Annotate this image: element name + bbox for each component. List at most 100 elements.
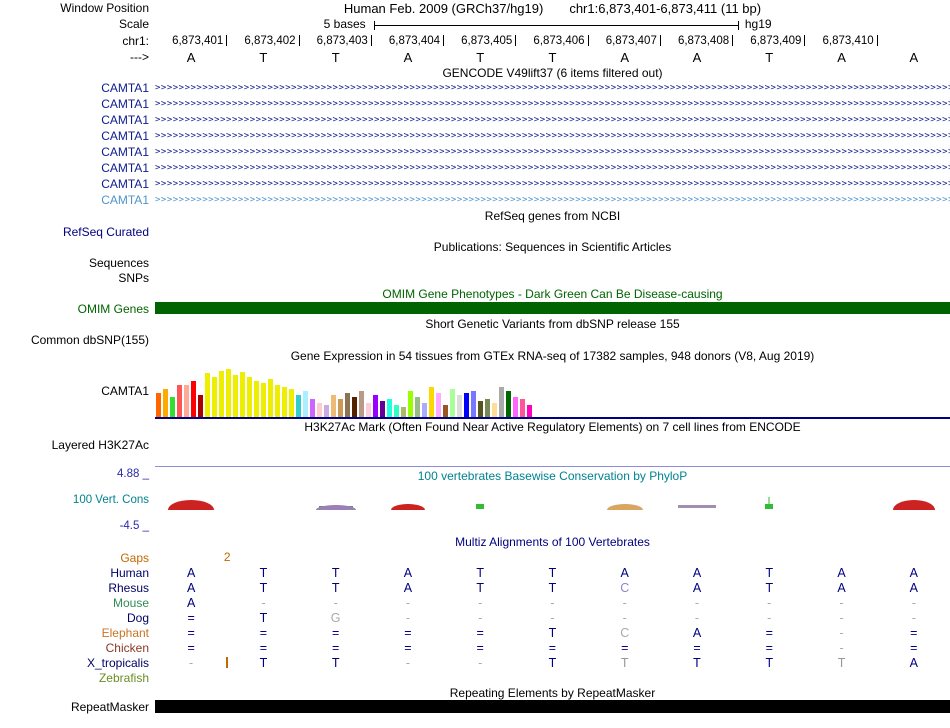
gtex-expression-bar[interactable] [373, 395, 378, 417]
repeatmasker-track-title[interactable]: Repeating Elements by RepeatMasker [155, 686, 950, 700]
gene-label[interactable]: CAMTA1 [0, 81, 155, 95]
sequences-track-label[interactable]: Sequences [0, 256, 155, 270]
publications-track-title[interactable]: Publications: Sequences in Scientific Ar… [155, 240, 950, 254]
gene-label[interactable]: CAMTA1 [0, 129, 155, 143]
ruler-label[interactable]: 6,873,409 [733, 35, 805, 47]
gtex-expression-bar[interactable] [394, 405, 399, 417]
gtex-expression-bar[interactable] [443, 405, 448, 417]
gtex-expression-bar[interactable] [436, 393, 441, 417]
sequences-track-area[interactable] [155, 255, 950, 270]
gtex-expression-bar[interactable] [366, 403, 371, 417]
gtex-expression-bar[interactable] [478, 401, 483, 417]
h3k27ac-track-area[interactable] [155, 435, 950, 454]
gtex-expression-bar[interactable] [331, 395, 336, 417]
gene-model[interactable]: >>>>>>>>>>>>>>>>>>>>>>>>>>>>>>>>>>>>>>>>… [155, 112, 950, 128]
gtex-expression-bar[interactable] [184, 385, 189, 417]
species-label[interactable]: X_tropicalis [0, 656, 155, 670]
gtex-expression-bar[interactable] [429, 387, 434, 417]
gtex-expression-bar[interactable] [296, 395, 301, 417]
gtex-expression-bar[interactable] [513, 397, 518, 417]
gtex-track-label[interactable]: CAMTA1 [0, 384, 155, 398]
gene-model[interactable]: >>>>>>>>>>>>>>>>>>>>>>>>>>>>>>>>>>>>>>>>… [155, 96, 950, 112]
gene-label[interactable]: CAMTA1 [0, 145, 155, 159]
species-label[interactable]: Dog [0, 611, 155, 625]
gtex-expression-bar[interactable] [205, 373, 210, 417]
gene-label[interactable]: CAMTA1 [0, 97, 155, 111]
repeatmasker-track-label[interactable]: RepeatMasker [0, 700, 155, 714]
gtex-expression-bar[interactable] [499, 387, 504, 417]
omim-track-title[interactable]: OMIM Gene Phenotypes - Dark Green Can Be… [155, 287, 950, 301]
gtex-expression-bar[interactable] [219, 371, 224, 417]
gtex-expression-bar[interactable] [492, 403, 497, 417]
gtex-expression-bar[interactable] [415, 397, 420, 417]
refseq-track-area[interactable] [155, 224, 950, 239]
gtex-expression-bar[interactable] [352, 397, 357, 417]
gtex-expression-bar[interactable] [282, 387, 287, 417]
gtex-expression-bar[interactable] [212, 377, 217, 417]
ruler-label[interactable]: 6,873,403 [300, 35, 372, 47]
gtex-expression-bar[interactable] [387, 399, 392, 417]
gtex-expression-bar[interactable] [520, 399, 525, 417]
multiz-track-title[interactable]: Multiz Alignments of 100 Vertebrates [155, 535, 950, 549]
dbsnp-track-label[interactable]: Common dbSNP(155) [0, 333, 155, 347]
gtex-expression-bar[interactable] [457, 395, 462, 417]
gtex-expression-bar[interactable] [254, 381, 259, 417]
gtex-expression-bar[interactable] [408, 391, 413, 417]
gene-model[interactable]: >>>>>>>>>>>>>>>>>>>>>>>>>>>>>>>>>>>>>>>>… [155, 160, 950, 176]
gtex-expression-bar[interactable] [170, 397, 175, 417]
gene-model[interactable]: >>>>>>>>>>>>>>>>>>>>>>>>>>>>>>>>>>>>>>>>… [155, 176, 950, 192]
ruler-label[interactable]: 6,873,407 [589, 35, 661, 47]
gtex-expression-bar[interactable] [275, 385, 280, 417]
gtex-expression-bar[interactable] [247, 377, 252, 417]
species-label[interactable]: Mouse [0, 596, 155, 610]
gtex-expression-bar[interactable] [380, 401, 385, 417]
dbsnp-track-title[interactable]: Short Genetic Variants from dbSNP releas… [155, 317, 950, 331]
gtex-expression-bar[interactable] [310, 399, 315, 417]
gtex-expression-bar[interactable] [471, 391, 476, 417]
ruler-label[interactable]: 6,873,402 [227, 35, 299, 47]
ruler-label[interactable]: 6,873,401 [155, 35, 227, 47]
ruler-label[interactable]: 6,873,404 [372, 35, 444, 47]
gtex-expression-bar[interactable] [226, 369, 231, 417]
snps-track-area[interactable] [155, 270, 950, 286]
gtex-expression-bar[interactable] [527, 405, 532, 417]
gtex-expression-bar[interactable] [156, 393, 161, 417]
species-label[interactable]: Chicken [0, 641, 155, 655]
gene-model[interactable]: >>>>>>>>>>>>>>>>>>>>>>>>>>>>>>>>>>>>>>>>… [155, 144, 950, 160]
omim-gene-bar[interactable] [155, 302, 950, 314]
gtex-expression-bar[interactable] [506, 391, 511, 417]
gtex-expression-bar[interactable] [450, 389, 455, 417]
h3k27ac-track-label[interactable]: Layered H3K27Ac [0, 438, 155, 452]
gtex-expression-bar[interactable] [198, 395, 203, 417]
gtex-track-title[interactable]: Gene Expression in 54 tissues from GTEx … [155, 349, 950, 363]
phylop-track-area[interactable]: 100 vertebrates Basewise Conservation by… [155, 466, 950, 534]
gtex-expression-bar[interactable] [324, 405, 329, 417]
gtex-expression-bar[interactable] [464, 393, 469, 417]
gtex-expression-bar[interactable] [338, 399, 343, 417]
species-label[interactable]: Human [0, 566, 155, 580]
gencode-track-title[interactable]: GENCODE V49lift37 (6 items filtered out) [155, 66, 950, 80]
gtex-expression-bar[interactable] [240, 372, 245, 417]
gtex-expression-bar[interactable] [317, 403, 322, 417]
gtex-expression-bar[interactable] [163, 389, 168, 417]
ruler-label[interactable]: 6,873,406 [516, 35, 588, 47]
position-ruler[interactable]: 6,873,4016,873,4026,873,4036,873,404 6,87… [155, 32, 950, 49]
gtex-expression-bar[interactable] [233, 375, 238, 417]
gtex-expression-bar[interactable] [268, 379, 273, 417]
gtex-expression-bar[interactable] [401, 407, 406, 417]
gene-model[interactable]: >>>>>>>>>>>>>>>>>>>>>>>>>>>>>>>>>>>>>>>>… [155, 128, 950, 144]
gene-label[interactable]: CAMTA1 [0, 193, 155, 207]
species-label[interactable]: Rhesus [0, 581, 155, 595]
dbsnp-track-area[interactable] [155, 332, 950, 348]
phylop-track-label[interactable]: 100 Vert. Cons [73, 494, 149, 506]
gtex-expression-bar[interactable] [303, 391, 308, 417]
repeatmasker-bar[interactable] [155, 700, 950, 713]
gtex-expression-bar[interactable] [191, 381, 196, 417]
gtex-expression-bar[interactable] [422, 403, 427, 417]
gene-label[interactable]: CAMTA1 [0, 113, 155, 127]
omim-track-label[interactable]: OMIM Genes [0, 302, 155, 316]
ruler-label[interactable]: 6,873,408 [661, 35, 733, 47]
gene-label[interactable]: CAMTA1 [0, 161, 155, 175]
ruler-label[interactable]: 6,873,410 [805, 35, 877, 47]
gtex-expression-bar[interactable] [289, 389, 294, 417]
